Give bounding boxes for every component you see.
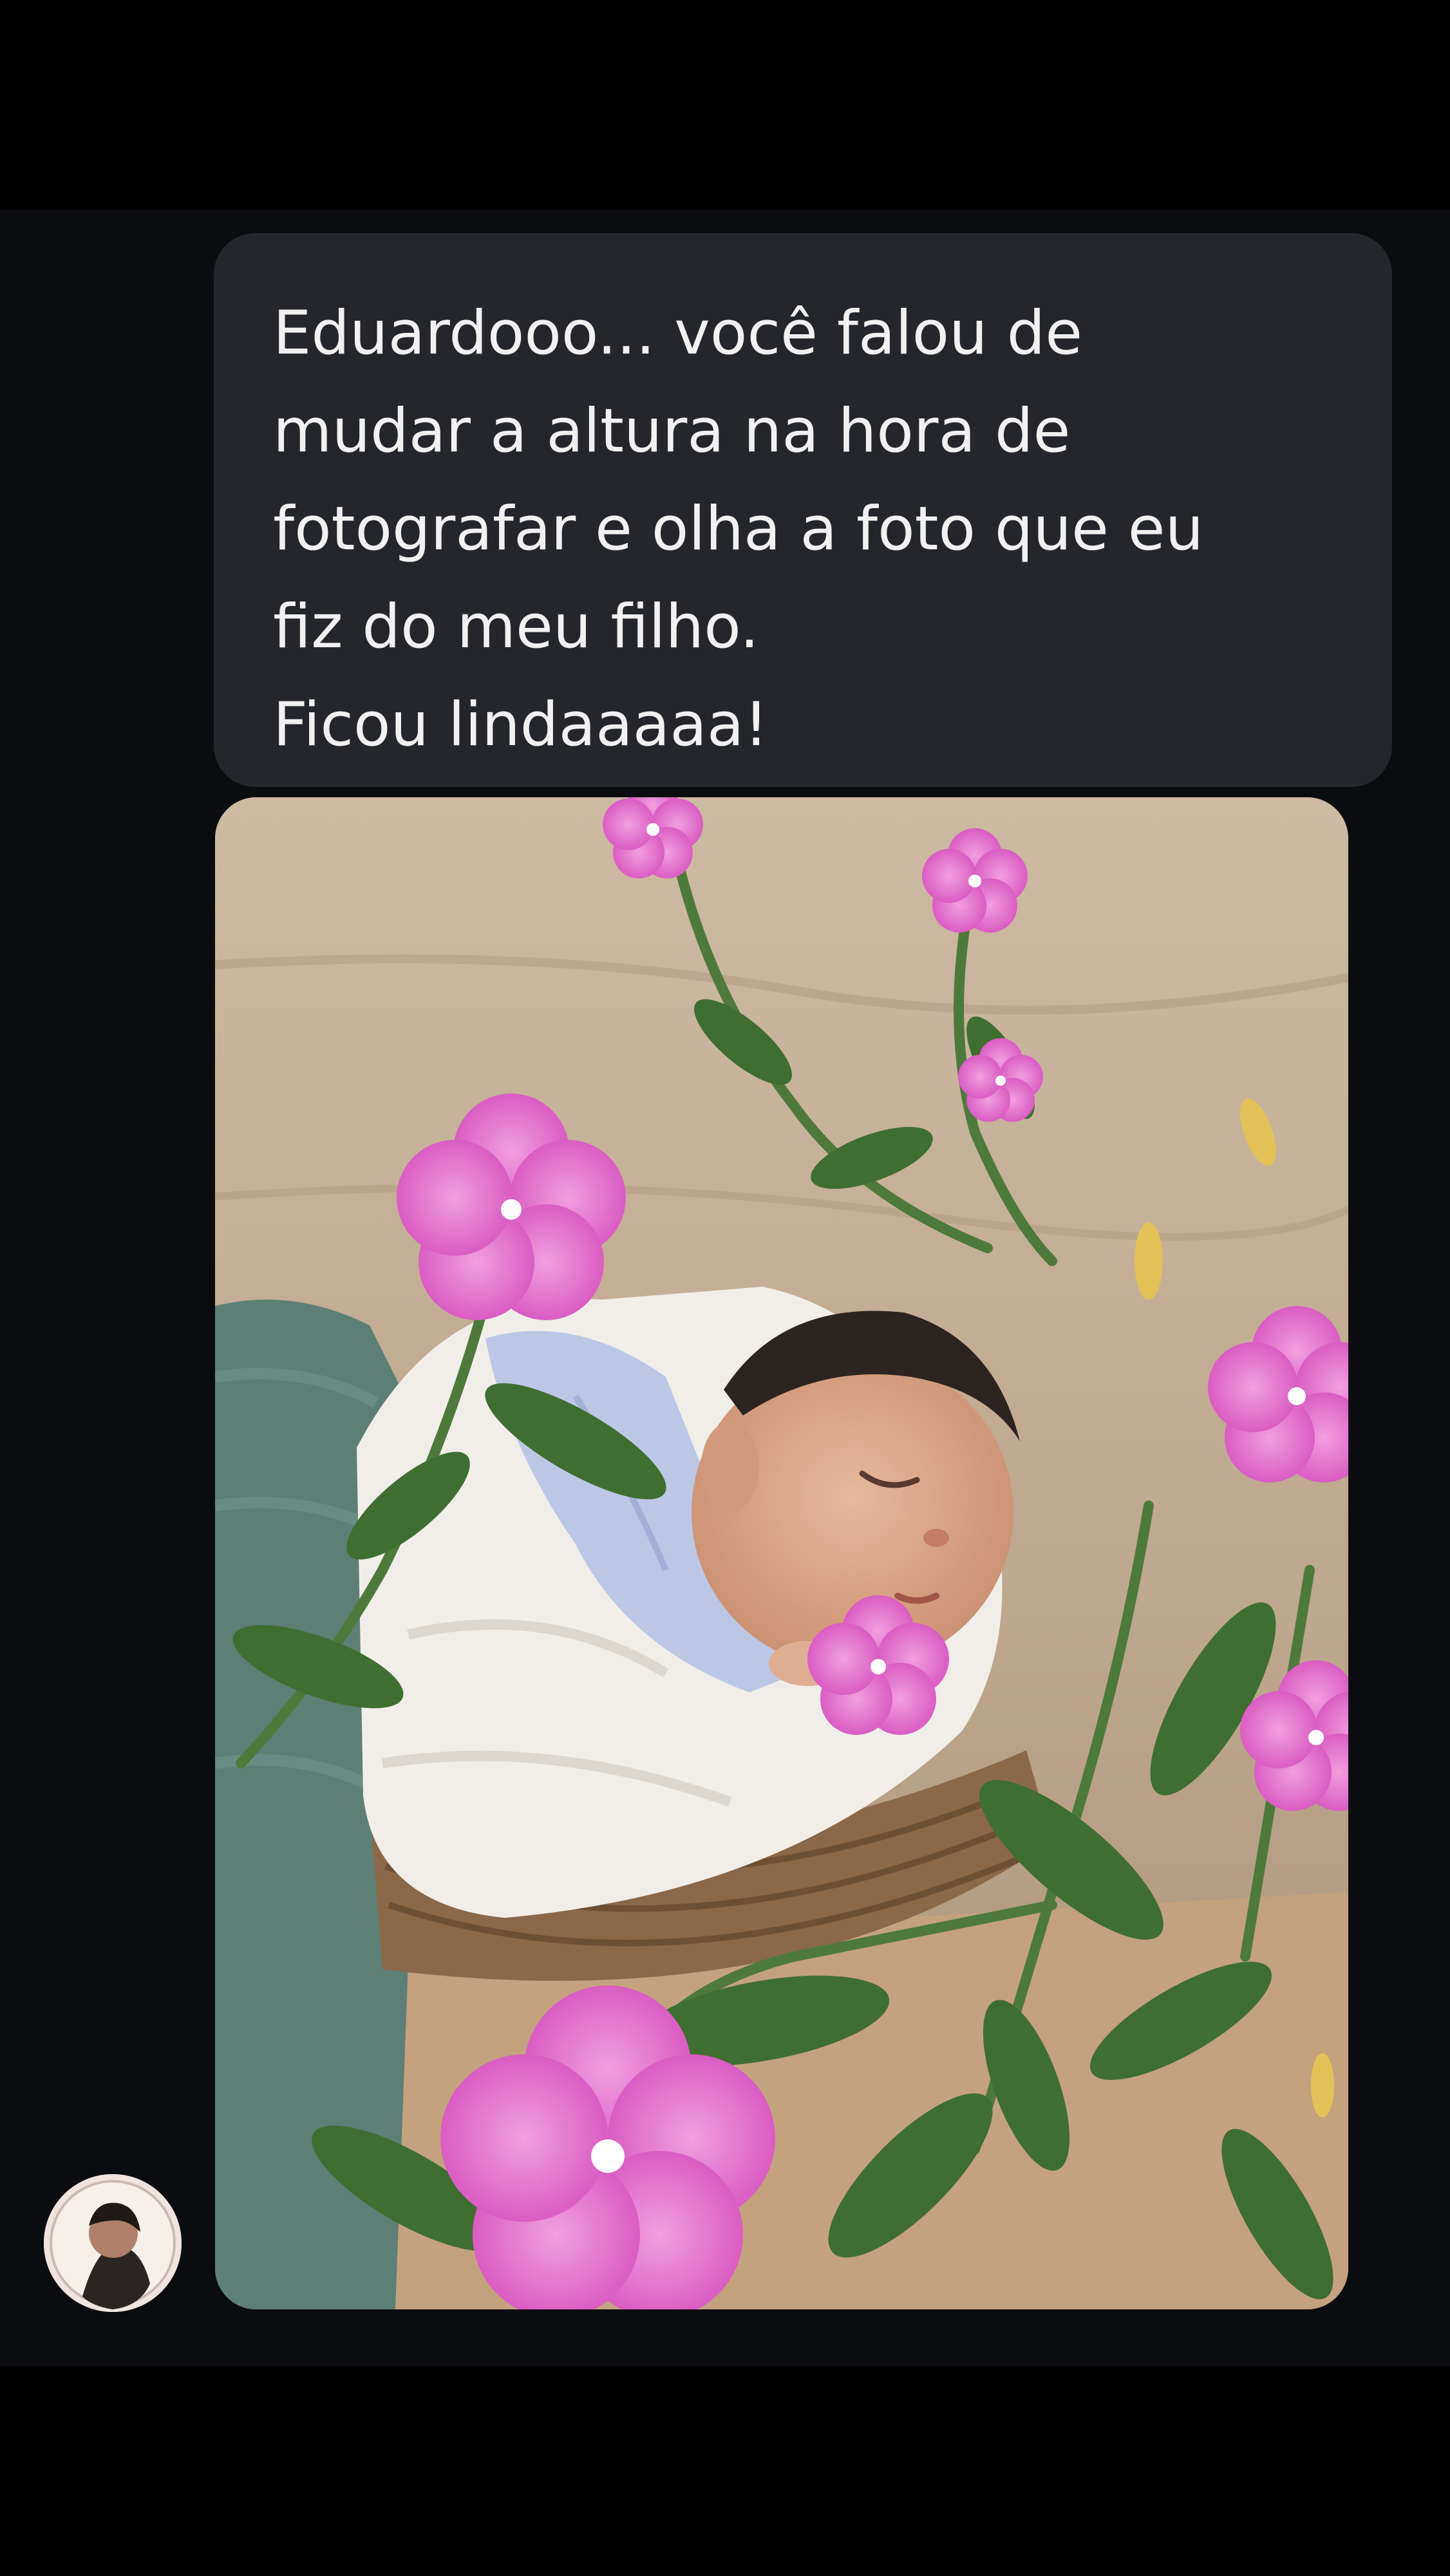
screen: Eduardooo... você falou de mudar a altur… [0, 0, 1450, 2576]
message-text: Eduardooo... você falou de mudar a altur… [273, 298, 1204, 760]
avatar-profile-photo-icon [44, 2174, 182, 2312]
photo-attachment[interactable] [215, 797, 1348, 2309]
photo-newborn-flowers-icon [215, 797, 1348, 2309]
chat-thread: Eduardooo... você falou de mudar a altur… [0, 210, 1450, 2366]
message-bubble[interactable]: Eduardooo... você falou de mudar a altur… [214, 233, 1392, 787]
sender-avatar[interactable] [44, 2174, 182, 2312]
